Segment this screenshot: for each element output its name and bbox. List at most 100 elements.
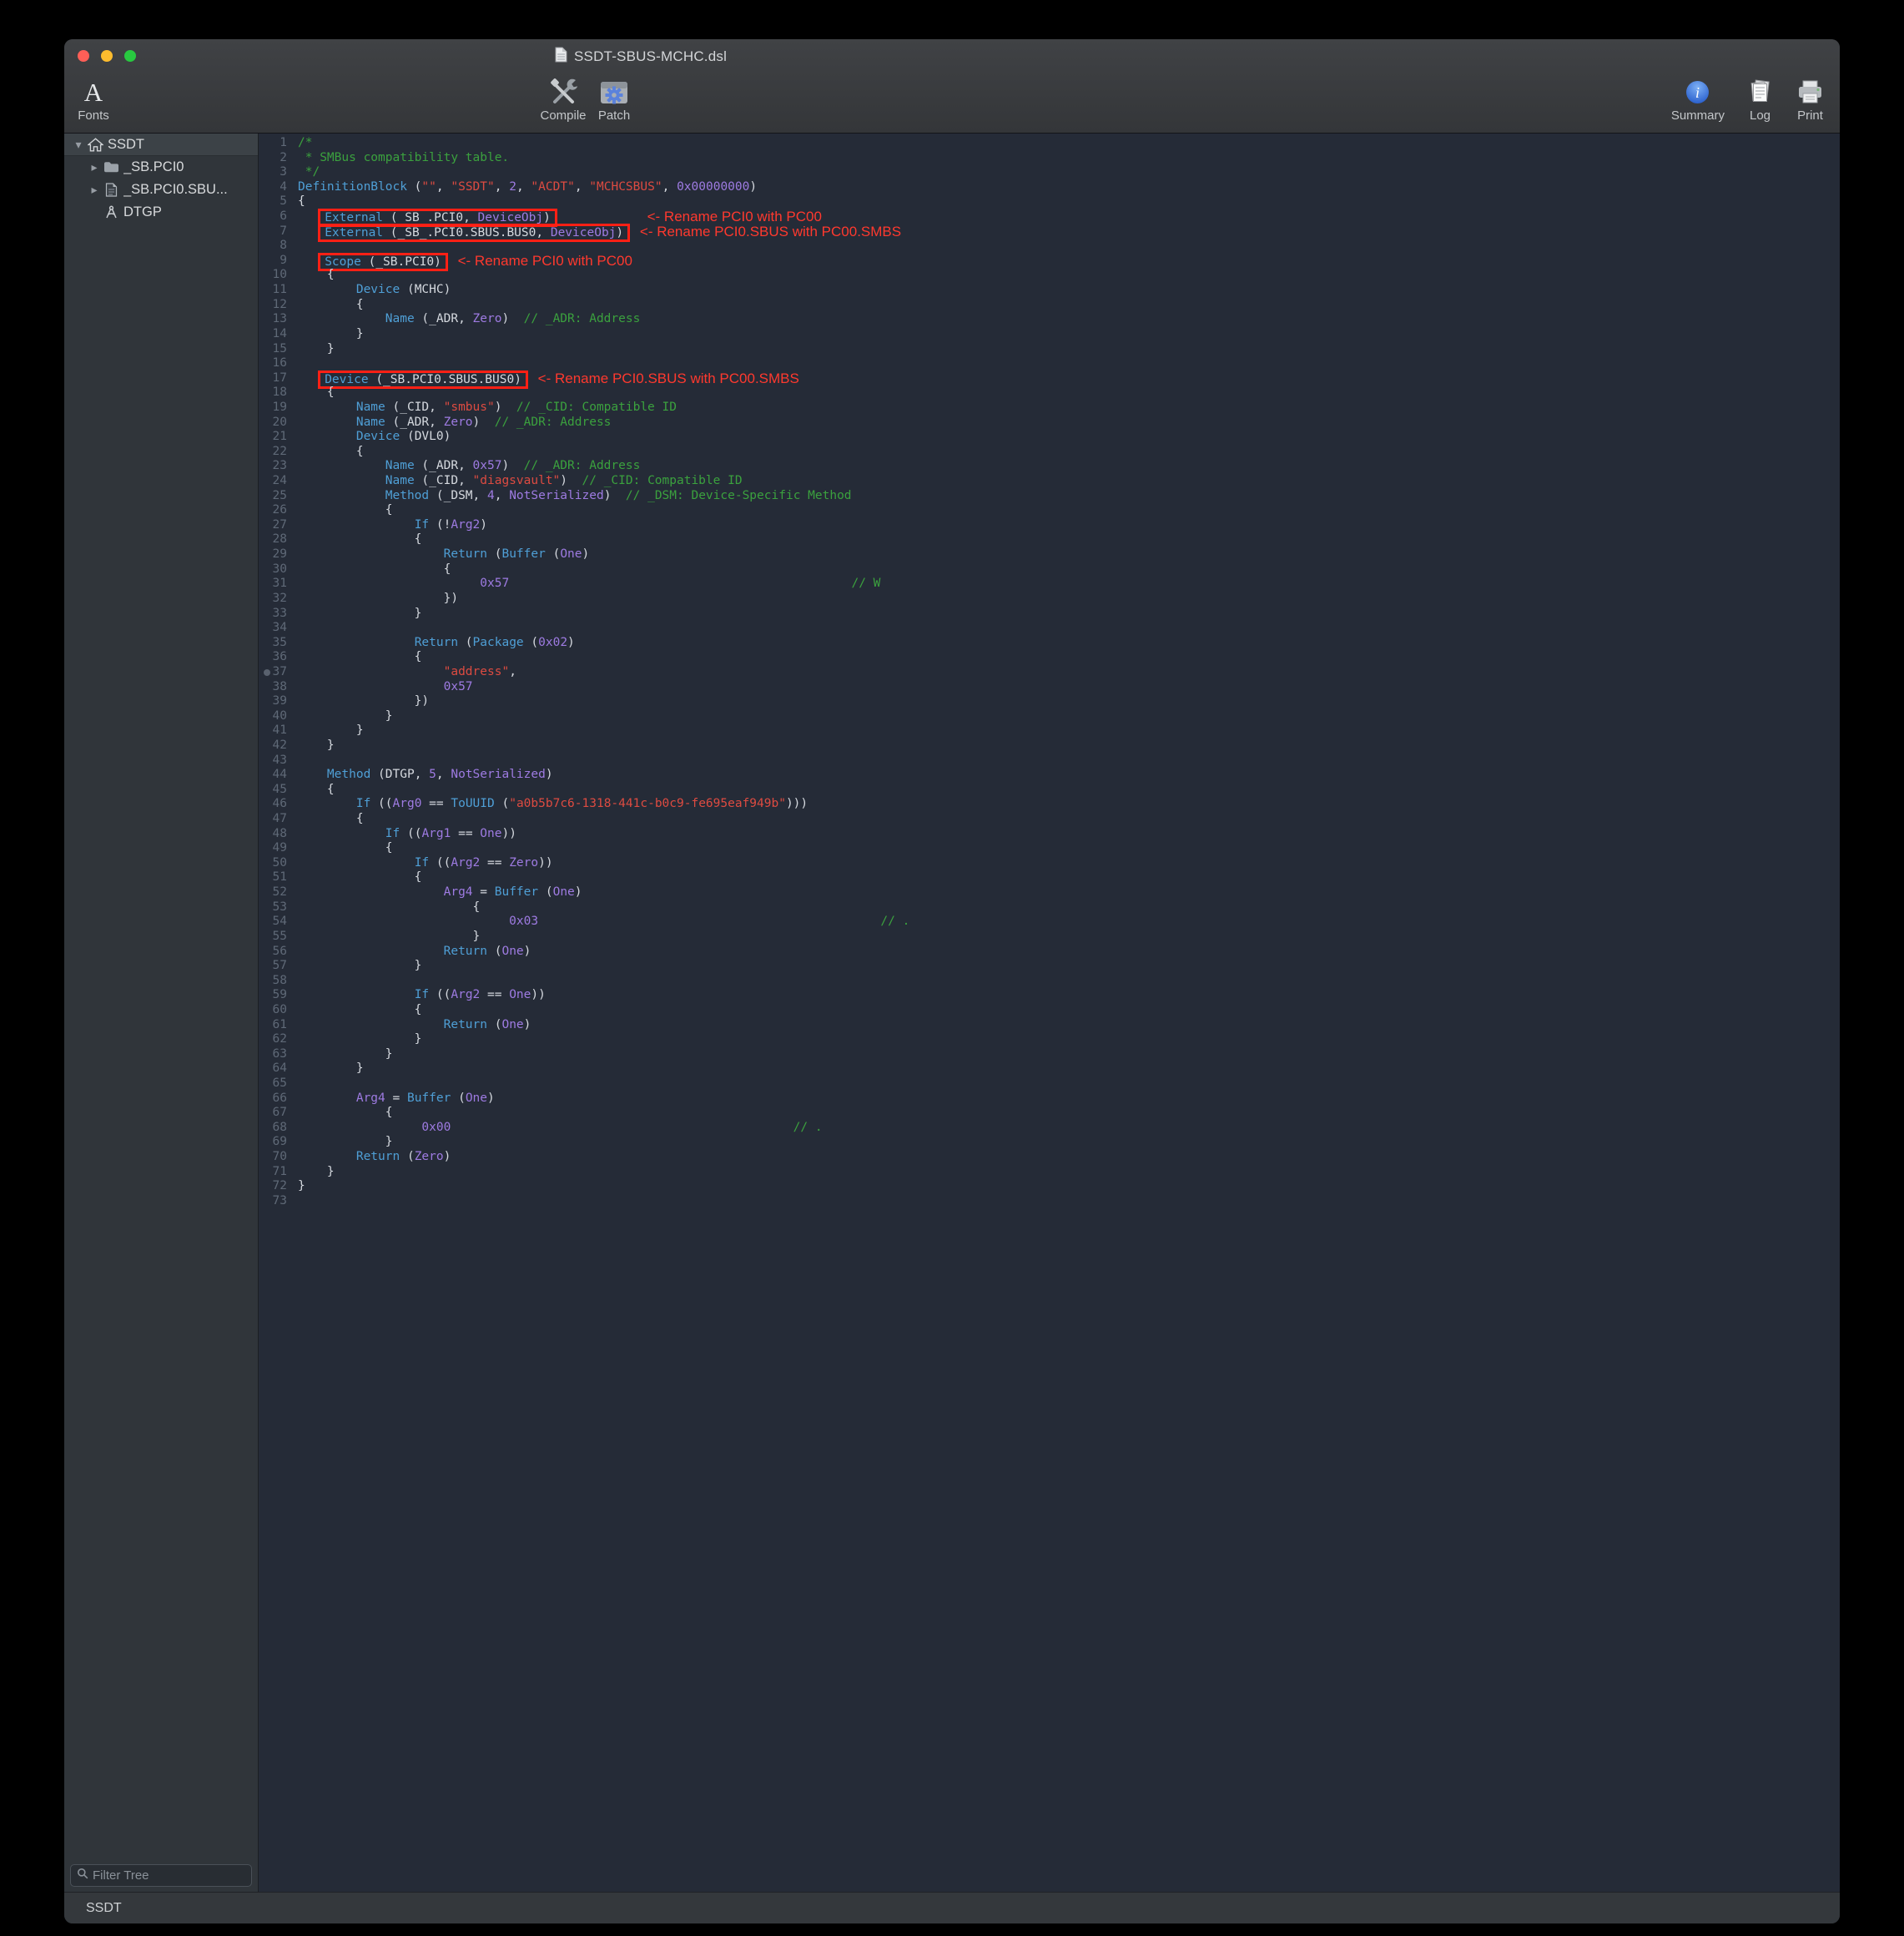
code-line[interactable]: 53 {	[259, 900, 1840, 915]
code-line[interactable]: 56 Return (One)	[259, 945, 1840, 960]
code-line[interactable]: 25 Method (_DSM, 4, NotSerialized) // _D…	[259, 489, 1840, 504]
code-line[interactable]: 32 })	[259, 592, 1840, 607]
code-line[interactable]: 49 {	[259, 841, 1840, 856]
code-line[interactable]: 27 If (!Arg2)	[259, 518, 1840, 533]
code-line[interactable]: 72}	[259, 1179, 1840, 1194]
code-line[interactable]: 65	[259, 1076, 1840, 1092]
tree-item-sb-pci0[interactable]: ▸ _SB.PCI0	[64, 156, 258, 179]
code-line[interactable]: 47 {	[259, 812, 1840, 827]
code-line[interactable]: 57 }	[259, 959, 1840, 974]
disclosure-open-icon[interactable]: ▾	[71, 138, 86, 152]
code-line[interactable]: 50 If ((Arg2 == Zero))	[259, 856, 1840, 871]
code-line[interactable]: 26 {	[259, 503, 1840, 518]
code-line[interactable]: 13 Name (_ADR, Zero) // _ADR: Address	[259, 312, 1840, 327]
code-line[interactable]: 51 {	[259, 870, 1840, 885]
zoom-button[interactable]	[124, 50, 136, 62]
code-line[interactable]: 70 Return (Zero)	[259, 1150, 1840, 1165]
code-line[interactable]: 54 0x03 // .	[259, 915, 1840, 930]
code-line[interactable]: 3 */	[259, 165, 1840, 180]
code-line[interactable]: 38 0x57	[259, 680, 1840, 695]
disclosure-closed-icon[interactable]: ▸	[87, 160, 102, 174]
code-line[interactable]: 24 Name (_CID, "diagsvault") // _CID: Co…	[259, 474, 1840, 489]
disclosure-closed-icon[interactable]: ▸	[87, 183, 102, 197]
code-line[interactable]: 35 Return (Package (0x02)	[259, 636, 1840, 651]
code-line[interactable]: 6 External (_SB_.PCI0, DeviceObj) <- Ren…	[259, 209, 1840, 224]
print-button[interactable]: Print	[1796, 73, 1825, 133]
code-line[interactable]: 71 }	[259, 1165, 1840, 1180]
code-line[interactable]: 36 {	[259, 650, 1840, 665]
code-line[interactable]: 34	[259, 621, 1840, 636]
code-line[interactable]: 63 }	[259, 1047, 1840, 1062]
code-line[interactable]: 11 Device (MCHC)	[259, 283, 1840, 298]
code-line[interactable]: 31 0x57 // W	[259, 577, 1840, 592]
compile-button[interactable]: Compile	[532, 77, 594, 123]
code-line[interactable]: 22 {	[259, 445, 1840, 460]
code-line[interactable]: 45 {	[259, 783, 1840, 798]
code-line[interactable]: 8	[259, 239, 1840, 254]
code-token: )	[560, 474, 582, 487]
code-line[interactable]: 44 Method (DTGP, 5, NotSerialized)	[259, 768, 1840, 783]
code-line[interactable]: 29 Return (Buffer (One)	[259, 547, 1840, 562]
code-line[interactable]: 23 Name (_ADR, 0x57) // _ADR: Address	[259, 459, 1840, 474]
code-editor[interactable]: 1/*2 * SMBus compatibility table.3 */4De…	[259, 134, 1840, 1892]
code-line[interactable]: 30 {	[259, 562, 1840, 577]
close-button[interactable]	[78, 50, 89, 62]
code-line[interactable]: 62 }	[259, 1032, 1840, 1047]
code-line[interactable]: 21 Device (DVL0)	[259, 430, 1840, 445]
code-line[interactable]: 5{	[259, 194, 1840, 209]
code-line[interactable]: 42 }	[259, 739, 1840, 754]
code-line[interactable]: 28 {	[259, 532, 1840, 547]
code-line[interactable]: 10 {	[259, 268, 1840, 283]
code-line[interactable]: 48 If ((Arg1 == One))	[259, 827, 1840, 842]
code-line[interactable]: 59 If ((Arg2 == One))	[259, 988, 1840, 1003]
fonts-button[interactable]: A Fonts	[67, 77, 120, 123]
code-line[interactable]: 17 Device (_SB.PCI0.SBUS.BUS0) <- Rename…	[259, 371, 1840, 386]
code-line[interactable]: 18 {	[259, 386, 1840, 401]
code-line[interactable]: 52 Arg4 = Buffer (One)	[259, 885, 1840, 900]
code-line[interactable]: 2 * SMBus compatibility table.	[259, 151, 1840, 166]
code-line[interactable]: 20 Name (_ADR, Zero) // _ADR: Address	[259, 416, 1840, 431]
code-line[interactable]: 60 {	[259, 1003, 1840, 1018]
code-line[interactable]: 9 Scope (_SB.PCI0) <- Rename PCI0 with P…	[259, 254, 1840, 269]
log-button-label: Log	[1750, 108, 1771, 123]
code-line[interactable]: 41 }	[259, 723, 1840, 739]
code-line[interactable]: 19 Name (_CID, "smbus") // _CID: Compati…	[259, 401, 1840, 416]
code-line[interactable]: 43	[259, 754, 1840, 769]
code-line[interactable]: 61 Return (One)	[259, 1018, 1840, 1033]
code-line[interactable]: 67 {	[259, 1106, 1840, 1121]
minimize-button[interactable]	[101, 50, 113, 62]
code-token	[298, 1150, 356, 1163]
code-line[interactable]: 68 0x00 // .	[259, 1121, 1840, 1136]
summary-button[interactable]: i Summary	[1671, 73, 1725, 133]
tree-item-sb-pci0-sbus[interactable]: ▸ _SB.PCI0.SBU...	[64, 179, 258, 201]
code-line[interactable]: 12 {	[259, 298, 1840, 313]
filter-tree-input[interactable]	[93, 1868, 245, 1883]
tree-item-dtgp[interactable]: DTGP	[64, 201, 258, 224]
code-line[interactable]: 69 }	[259, 1135, 1840, 1150]
code-line[interactable]: 4DefinitionBlock ("", "SSDT", 2, "ACDT",…	[259, 180, 1840, 195]
code-line[interactable]: 40 }	[259, 709, 1840, 724]
patch-button[interactable]: Patch	[589, 77, 639, 123]
code-line[interactable]: 1/*	[259, 136, 1840, 151]
code-line[interactable]: 16	[259, 356, 1840, 371]
tree-item-ssdt[interactable]: ▾ SSDT	[64, 134, 258, 156]
code-line[interactable]: 33 }	[259, 607, 1840, 622]
code-line[interactable]: 55 }	[259, 930, 1840, 945]
line-content: Return (Zero)	[298, 1150, 451, 1165]
code-line[interactable]: 64 }	[259, 1061, 1840, 1076]
document-proxy-icon[interactable]	[555, 47, 567, 67]
log-button[interactable]: Log	[1746, 73, 1774, 133]
code-line[interactable]: 46 If ((Arg0 == ToUUID ("a0b5b7c6-1318-4…	[259, 797, 1840, 812]
code-line[interactable]: 15 }	[259, 342, 1840, 357]
code-line[interactable]: 73	[259, 1194, 1840, 1209]
code-line[interactable]: 37 "address",	[259, 665, 1840, 680]
tree-item-label: _SB.PCI0.SBU...	[123, 182, 228, 198]
code-line[interactable]: 66 Arg4 = Buffer (One)	[259, 1092, 1840, 1107]
filter-tree-field[interactable]	[70, 1864, 252, 1887]
code-line[interactable]: 7 External (_SB_.PCI0.SBUS.BUS0, DeviceO…	[259, 224, 1840, 239]
code-token: }	[298, 1165, 335, 1178]
code-line[interactable]: 39 })	[259, 694, 1840, 709]
code-line[interactable]: 14 }	[259, 327, 1840, 342]
code-line[interactable]: 58	[259, 974, 1840, 989]
title-bar[interactable]: SSDT-SBUS-MCHC.dsl	[64, 39, 1840, 73]
